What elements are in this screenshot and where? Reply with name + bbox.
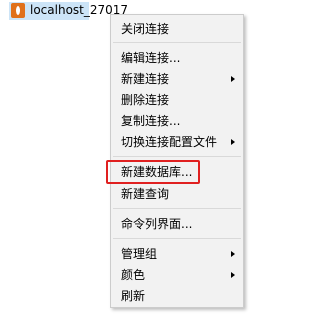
menu-item-label: 新建连接 [121, 72, 170, 86]
menu-item-refresh[interactable]: 刷新 [111, 286, 243, 306]
menu-item-switch-connection-profile[interactable]: 切换连接配置文件 [111, 132, 243, 152]
menu-item-new-connection[interactable]: 新建连接 [111, 69, 243, 89]
menu-item-label: 命令列界面... [121, 217, 193, 231]
menu-item-label: 复制连接... [121, 114, 181, 128]
menu-item-edit-connection[interactable]: 编辑连接... [111, 48, 243, 68]
menu-separator [113, 42, 241, 43]
menu-item-command-line-interface[interactable]: 命令列界面... [111, 214, 243, 234]
menu-item-color[interactable]: 颜色 [111, 265, 243, 285]
menu-separator [113, 156, 241, 157]
submenu-arrow-icon [231, 272, 235, 278]
submenu-arrow-icon [231, 251, 235, 257]
menu-separator [113, 208, 241, 209]
submenu-arrow-icon [231, 76, 235, 82]
submenu-arrow-icon [231, 139, 235, 145]
menu-item-duplicate-connection[interactable]: 复制连接... [111, 111, 243, 131]
mongodb-leaf-icon [11, 3, 25, 18]
menu-item-label: 颜色 [121, 268, 146, 282]
menu-item-label: 删除连接 [121, 93, 170, 107]
menu-item-label: 关闭连接 [121, 22, 170, 36]
menu-item-label: 切换连接配置文件 [121, 135, 218, 149]
menu-item-label: 新建查询 [121, 187, 170, 201]
menu-item-manage-group[interactable]: 管理组 [111, 244, 243, 264]
menu-item-label: 刷新 [121, 289, 146, 303]
menu-separator [113, 238, 241, 239]
menu-item-label: 管理组 [121, 247, 158, 261]
menu-item-label: 新建数据库... [121, 165, 193, 179]
menu-item-label: 编辑连接... [121, 51, 181, 65]
menu-item-close-connection[interactable]: 关闭连接 [111, 19, 243, 39]
menu-item-new-database[interactable]: 新建数据库... [111, 162, 243, 182]
menu-item-new-query[interactable]: 新建查询 [111, 184, 243, 204]
menu-item-delete-connection[interactable]: 删除连接 [111, 90, 243, 110]
context-menu: 关闭连接 编辑连接... 新建连接 删除连接 复制连接... 切换连接配置文件 … [106, 14, 244, 308]
